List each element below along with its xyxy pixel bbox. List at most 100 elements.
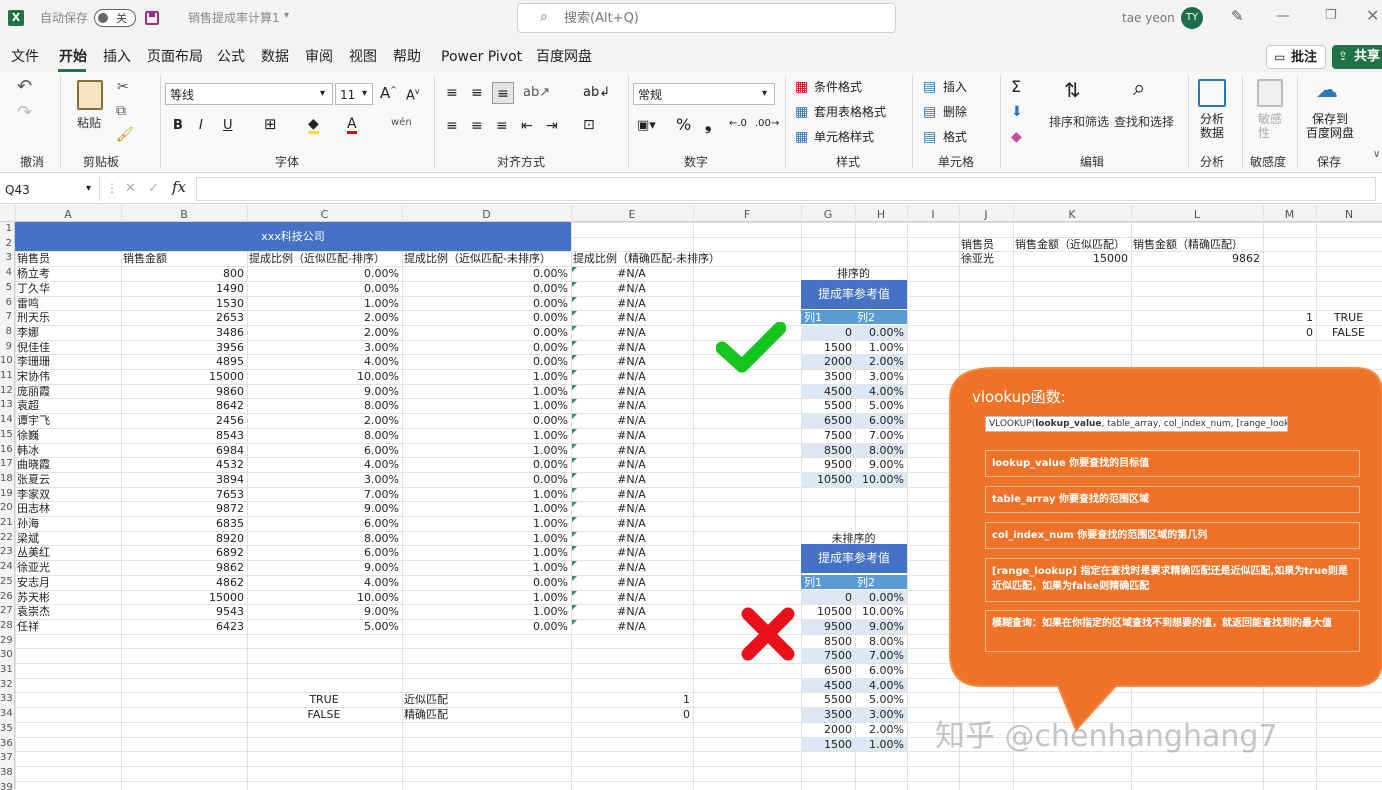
sort-filter-button[interactable]: 排序和筛选 [1049, 113, 1109, 130]
decrease-font-icon[interactable]: Av [406, 88, 420, 103]
conditional-format-button[interactable]: 条件格式 [814, 81, 862, 93]
column-header[interactable]: L [1131, 209, 1263, 220]
column-header[interactable]: F [693, 209, 801, 220]
error-indicator[interactable] [572, 443, 577, 449]
formula-input[interactable] [196, 177, 1376, 201]
format-painter-icon[interactable]: 🖌 [116, 128, 134, 142]
conditional-format-icon[interactable]: ▦ [795, 80, 808, 94]
error-indicator[interactable] [572, 311, 577, 317]
save-icon[interactable] [145, 11, 159, 25]
column-header[interactable]: K [1013, 209, 1131, 220]
error-indicator[interactable] [572, 575, 577, 581]
error-indicator[interactable] [572, 399, 577, 405]
insert-function-icon[interactable]: fx [172, 180, 186, 195]
baidu-cloud-icon[interactable]: ☁ [1316, 80, 1338, 102]
italic-icon[interactable]: I [199, 119, 203, 132]
row-header[interactable]: 26 [0, 591, 13, 602]
comma-icon[interactable]: ❟ [705, 117, 711, 133]
enter-icon[interactable]: ✓ [148, 182, 159, 195]
align-middle-icon[interactable]: ≡ [471, 86, 483, 100]
row-header[interactable]: 14 [0, 415, 13, 425]
cut-icon[interactable]: ✂ [117, 80, 129, 94]
row-header[interactable]: 30 [0, 650, 13, 660]
row-header[interactable]: 29 [0, 635, 13, 646]
error-indicator[interactable] [572, 590, 577, 596]
row-header[interactable]: 39 [0, 782, 13, 790]
increase-decimal-icon[interactable]: ←.0 [729, 119, 747, 129]
table-format-button[interactable]: 套用表格格式 [814, 106, 886, 118]
row-header[interactable]: 24 [0, 562, 13, 572]
decrease-decimal-icon[interactable]: .00→ [755, 119, 779, 129]
align-right-icon[interactable]: ≡ [496, 119, 508, 133]
column-header[interactable]: E [571, 209, 693, 220]
row-header[interactable]: 1 [0, 224, 12, 234]
align-left-icon[interactable]: ≡ [446, 119, 458, 133]
search-box[interactable]: ⌕ 搜索(Alt+Q) [517, 3, 896, 33]
row-header[interactable]: 7 [0, 312, 12, 322]
row-header[interactable]: 22 [0, 532, 13, 543]
save-baidu-button[interactable]: 保存到 百度网盘 [1306, 112, 1354, 140]
cell-style-icon[interactable]: ▦ [795, 130, 808, 144]
row-header[interactable]: 10 [0, 356, 13, 366]
column-header[interactable]: G [801, 209, 855, 220]
increase-indent-icon[interactable]: ⇥ [546, 119, 558, 133]
row-header[interactable]: 25 [0, 576, 13, 587]
row-header[interactable]: 8 [0, 326, 12, 337]
orientation-icon[interactable]: ab↗ [523, 86, 550, 99]
column-header[interactable]: H [855, 209, 907, 220]
column-header[interactable]: C [247, 209, 402, 220]
phonetic-icon[interactable]: wén [391, 118, 412, 128]
font-color-icon[interactable]: A [347, 117, 357, 134]
analyze-data-button[interactable]: 分析 数据 [1200, 112, 1224, 140]
error-indicator[interactable] [572, 370, 577, 375]
error-indicator[interactable] [572, 502, 577, 508]
error-indicator[interactable] [572, 458, 577, 464]
font-name-select[interactable]: 等线 ▾ [165, 83, 333, 105]
tab-home[interactable]: 开始 [59, 50, 87, 64]
paste-button[interactable]: 粘贴 [77, 114, 101, 131]
error-indicator[interactable] [572, 281, 577, 287]
share-button[interactable]: ⇪ 共享 [1332, 45, 1382, 69]
percent-icon[interactable]: % [676, 117, 691, 133]
row-header[interactable]: 36 [0, 738, 13, 749]
error-indicator[interactable] [572, 355, 577, 361]
row-header[interactable]: 4 [0, 268, 12, 278]
fill-color-icon[interactable]: ◆ [308, 117, 319, 134]
restore-icon[interactable]: ❐ [1325, 9, 1337, 22]
tab-help[interactable]: 帮助 [393, 50, 421, 64]
avatar[interactable]: TY [1181, 7, 1203, 29]
tab-power-pivot[interactable]: Power Pivot [441, 50, 522, 64]
row-header[interactable]: 23 [0, 547, 13, 557]
redo-icon[interactable]: ↷ [17, 104, 32, 122]
delete-cells-icon[interactable]: ▤ [923, 105, 936, 119]
underline-icon[interactable]: U [223, 119, 233, 132]
minimize-icon[interactable]: — [1276, 9, 1290, 23]
tab-formulas[interactable]: 公式 [217, 50, 245, 64]
row-header[interactable]: 5 [0, 282, 12, 293]
align-top-icon[interactable]: ≡ [446, 86, 458, 100]
accounting-icon[interactable]: ▣▾ [637, 119, 656, 132]
insert-cells-button[interactable]: 插入 [943, 81, 967, 93]
error-indicator[interactable] [572, 267, 577, 273]
error-indicator[interactable] [572, 546, 577, 552]
row-header[interactable]: 12 [0, 385, 13, 396]
row-header[interactable]: 31 [0, 665, 13, 675]
row-header[interactable]: 37 [0, 753, 13, 763]
number-format-select[interactable]: 常规 ▾ [633, 83, 775, 105]
cancel-icon[interactable]: ✕ [125, 182, 136, 195]
error-indicator[interactable] [572, 472, 577, 478]
error-indicator[interactable] [572, 517, 577, 522]
row-header[interactable]: 27 [0, 606, 13, 616]
tab-baidu[interactable]: 百度网盘 [536, 50, 592, 64]
undo-icon[interactable]: ↶ [17, 78, 32, 96]
row-header[interactable]: 21 [0, 518, 13, 528]
autosave-toggle[interactable]: 关 [94, 9, 136, 27]
column-header[interactable]: N [1316, 209, 1382, 220]
increase-font-icon[interactable]: A^ [380, 86, 397, 101]
font-size-select[interactable]: 11 ▾ [335, 83, 373, 105]
row-header[interactable]: 28 [0, 620, 13, 631]
tab-file[interactable]: 文件 [11, 50, 39, 64]
bold-icon[interactable]: B [173, 119, 183, 132]
row-header[interactable]: 6 [0, 297, 12, 308]
error-indicator[interactable] [572, 619, 577, 625]
